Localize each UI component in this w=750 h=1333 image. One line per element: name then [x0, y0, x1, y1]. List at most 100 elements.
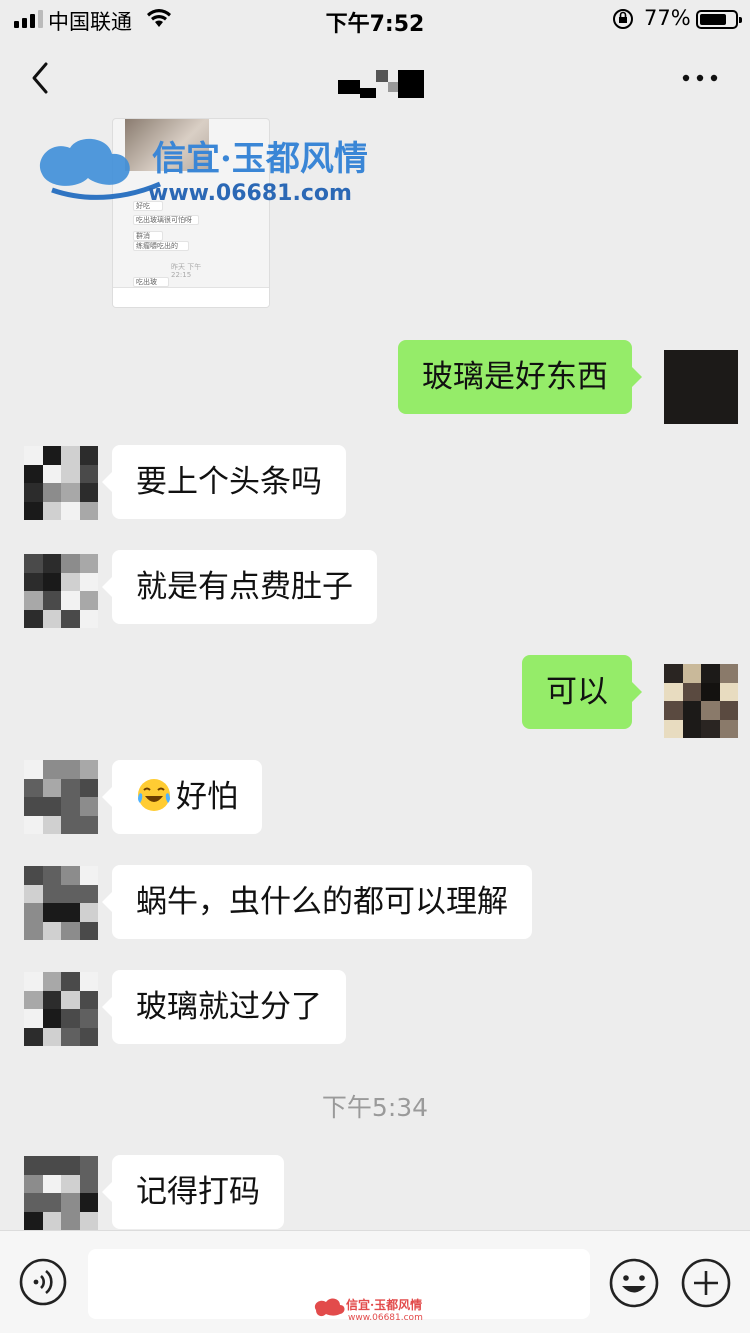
chat-screen: 中国联通 下午7:52 77% 好吃 吃出玻璃很可怕呀 群消 练瘤嚼吃出的 昨天… — [0, 0, 750, 1333]
avatar-pixel — [682, 350, 701, 369]
bottom-watermark-brand: 信宜·玉都风情 — [346, 1297, 422, 1312]
status-time: 下午7:52 — [325, 12, 425, 37]
avatar-pixel — [61, 1027, 80, 1046]
image-text-line: 吃出玻璃很可怕呀 — [133, 215, 199, 225]
avatar-pixel — [42, 591, 61, 610]
avatar-pixel — [79, 446, 98, 465]
avatar-pixel — [61, 554, 80, 573]
avatar-pixel — [701, 719, 720, 738]
contact-avatar[interactable] — [24, 554, 98, 628]
avatar-pixel — [79, 797, 98, 816]
avatar-pixel — [61, 972, 80, 991]
avatar-pixel — [42, 797, 61, 816]
contact-avatar[interactable] — [24, 760, 98, 834]
message-bubble[interactable]: 玻璃是好东西 — [398, 340, 642, 414]
avatar-pixel — [682, 664, 701, 683]
back-icon[interactable] — [24, 58, 60, 98]
avatar-pixel — [682, 682, 701, 701]
contact-avatar[interactable] — [24, 972, 98, 1046]
avatar-pixel — [24, 591, 43, 610]
avatar-pixel — [79, 591, 98, 610]
avatar-pixel — [719, 387, 738, 406]
avatar-pixel — [24, 815, 43, 834]
watermark-brand: 信宜·玉都风情 — [152, 139, 368, 179]
battery-percentage: 77% — [644, 6, 691, 30]
avatar-pixel — [24, 797, 43, 816]
avatar-pixel — [24, 464, 43, 483]
message-text: 玻璃就过分了 — [136, 989, 322, 1025]
message-bubble[interactable]: 蜗牛，虫什么的都可以理解 — [102, 865, 532, 939]
avatar-pixel — [61, 884, 80, 903]
image-text-line: 练瘤嚼吃出的 — [133, 241, 189, 251]
chat-title-censored — [338, 70, 424, 98]
avatar-pixel — [664, 350, 683, 369]
avatar-pixel — [61, 866, 80, 885]
avatar-pixel — [61, 591, 80, 610]
avatar-pixel — [24, 778, 43, 797]
message-bubble[interactable]: 好怕 — [102, 760, 262, 834]
plus-icon[interactable] — [680, 1257, 732, 1309]
contact-avatar[interactable] — [24, 866, 98, 940]
avatar-pixel — [42, 1156, 61, 1175]
avatar-pixel — [24, 446, 43, 465]
avatar-pixel — [719, 701, 738, 720]
message-bubble[interactable]: 要上个头条吗 — [102, 445, 346, 519]
message-bubble[interactable]: 记得打码 — [102, 1155, 284, 1229]
avatar-pixel — [61, 815, 80, 834]
avatar-pixel — [61, 760, 80, 779]
avatar-pixel — [79, 1193, 98, 1212]
avatar-pixel — [61, 609, 80, 628]
self-avatar[interactable] — [664, 664, 738, 738]
avatar-pixel — [42, 1027, 61, 1046]
avatar-pixel — [24, 903, 43, 922]
avatar-pixel — [24, 609, 43, 628]
avatar-pixel — [42, 1174, 61, 1193]
message-text: 蜗牛，虫什么的都可以理解 — [136, 884, 508, 920]
avatar-pixel — [664, 664, 683, 683]
avatar-pixel — [682, 387, 701, 406]
contact-avatar[interactable] — [24, 1156, 98, 1230]
avatar-pixel — [24, 1156, 43, 1175]
avatar-pixel — [79, 972, 98, 991]
avatar-pixel — [24, 1174, 43, 1193]
message-bubble[interactable]: 玻璃就过分了 — [102, 970, 346, 1044]
message-text: 可以 — [546, 674, 608, 710]
image-text-line: 群消 — [133, 231, 163, 241]
avatar-pixel — [79, 903, 98, 922]
message-text: 好怕 — [176, 779, 238, 815]
avatar-pixel — [79, 1211, 98, 1230]
voice-icon[interactable] — [18, 1257, 68, 1307]
avatar-pixel — [61, 1193, 80, 1212]
self-avatar[interactable] — [664, 350, 738, 424]
image-text-line: 吃出玻 — [133, 277, 169, 287]
avatar-pixel — [701, 682, 720, 701]
avatar-pixel — [79, 990, 98, 1009]
message-bubble[interactable]: 就是有点费肚子 — [102, 550, 377, 624]
avatar-pixel — [664, 405, 683, 424]
contact-avatar[interactable] — [24, 446, 98, 520]
avatar-pixel — [42, 815, 61, 834]
message-bubble[interactable]: 可以 — [522, 655, 642, 729]
rotation-lock-icon — [613, 9, 633, 29]
avatar-pixel — [24, 572, 43, 591]
avatar-pixel — [42, 760, 61, 779]
avatar-pixel — [79, 1174, 98, 1193]
avatar-pixel — [42, 572, 61, 591]
sticker-icon[interactable] — [608, 1257, 660, 1309]
site-watermark: 信宜·玉都风情 www.06681.com — [39, 138, 368, 206]
avatar-pixel — [42, 972, 61, 991]
avatar-pixel — [719, 350, 738, 369]
more-icon[interactable] — [680, 70, 720, 86]
avatar-pixel — [24, 921, 43, 940]
bottom-watermark-url: www.06681.com — [348, 1313, 423, 1322]
avatar-pixel — [664, 368, 683, 387]
avatar-pixel — [61, 921, 80, 940]
avatar-pixel — [42, 501, 61, 520]
avatar-pixel — [682, 405, 701, 424]
avatar-pixel — [79, 760, 98, 779]
avatar-pixel — [682, 368, 701, 387]
avatar-pixel — [61, 1174, 80, 1193]
message-text: 玻璃是好东西 — [422, 359, 608, 395]
avatar-pixel — [79, 464, 98, 483]
avatar-pixel — [79, 483, 98, 502]
